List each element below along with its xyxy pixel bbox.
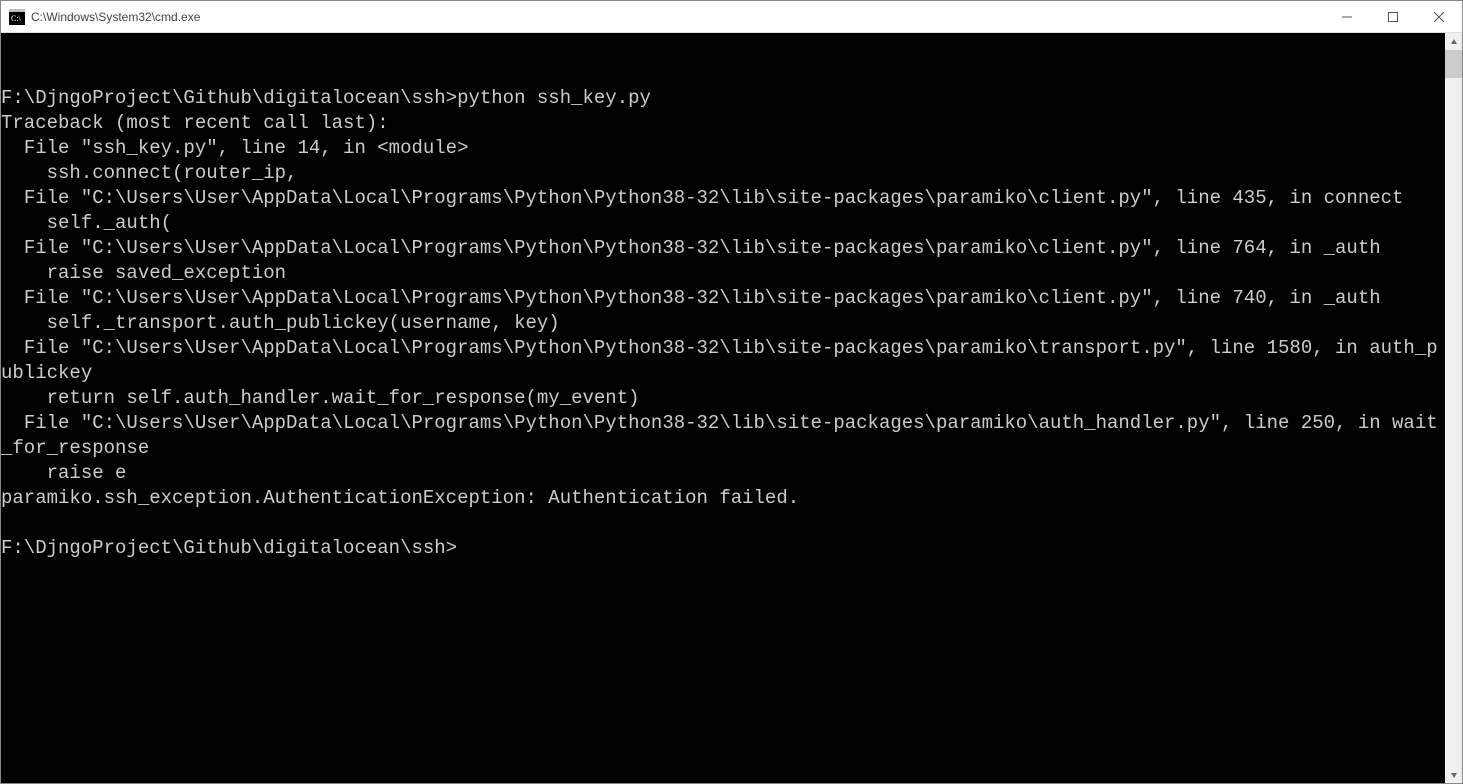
scrollbar-thumb[interactable] — [1445, 50, 1462, 78]
vertical-scrollbar[interactable] — [1445, 33, 1462, 783]
scroll-up-button[interactable] — [1445, 33, 1462, 50]
cmd-icon: C:\ — [9, 9, 25, 25]
close-button[interactable] — [1416, 1, 1462, 32]
minimize-button[interactable] — [1324, 1, 1370, 32]
scroll-down-button[interactable] — [1445, 766, 1462, 783]
window-title: C:\Windows\System32\cmd.exe — [31, 10, 200, 24]
scrollbar-track[interactable] — [1445, 50, 1462, 766]
terminal-output[interactable]: F:\DjngoProject\Github\digitalocean\ssh>… — [1, 33, 1445, 783]
maximize-button[interactable] — [1370, 1, 1416, 32]
cmd-window: C:\ C:\Windows\System32\cmd.exe F:\Djngo… — [0, 0, 1463, 784]
svg-text:C:\: C:\ — [11, 14, 22, 23]
window-controls — [1324, 1, 1462, 32]
titlebar[interactable]: C:\ C:\Windows\System32\cmd.exe — [1, 1, 1462, 33]
terminal-container: F:\DjngoProject\Github\digitalocean\ssh>… — [1, 33, 1462, 783]
